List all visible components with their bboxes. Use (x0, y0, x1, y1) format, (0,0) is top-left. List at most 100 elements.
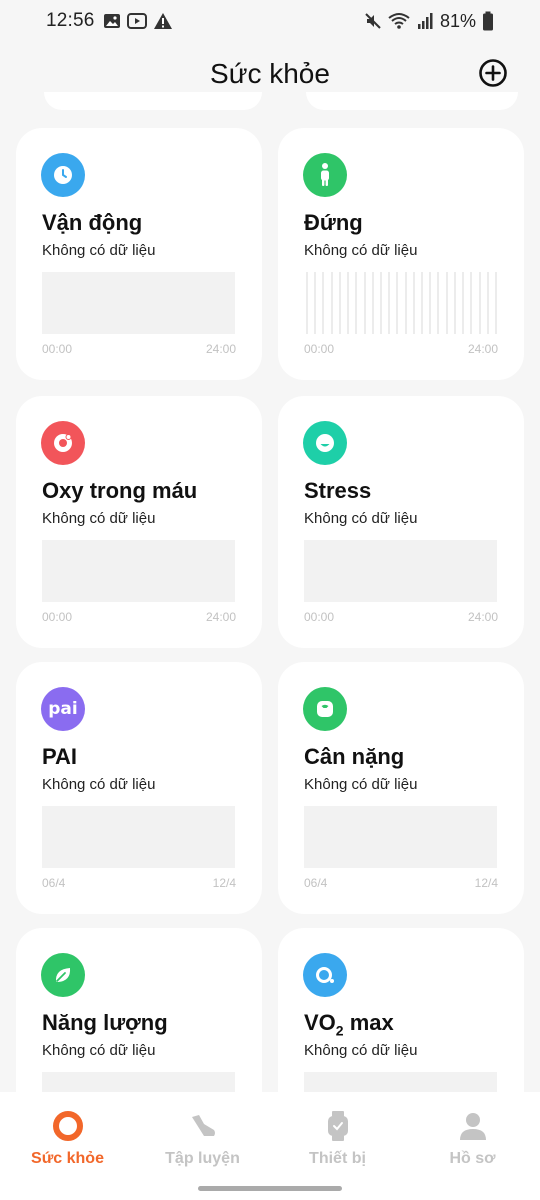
battery-icon (483, 11, 493, 31)
chart-placeholder (42, 1072, 235, 1092)
axis-start: 06/4 (304, 876, 328, 890)
standing-bar (437, 272, 440, 334)
standing-bar (363, 272, 366, 334)
stress-face-icon (303, 421, 347, 465)
bottom-nav: Sức khỏe Tập luyện Thiết bị Hồ sơ (0, 1092, 540, 1200)
card-activity[interactable]: Vận động Không có dữ liệu 00:00 24:00 (16, 128, 262, 380)
image-icon (103, 14, 120, 28)
card-title: Vận động (42, 210, 143, 235)
axis-end: 24:00 (205, 610, 236, 624)
standing-bar (379, 272, 382, 334)
standing-bar (495, 272, 497, 334)
standing-bar-chart (304, 272, 497, 334)
card-standing[interactable]: Đứng Không có dữ liệu 00:00 24:00 (278, 128, 524, 380)
card-pai[interactable]: pai PAI Không có dữ liệu 06/4 12/4 (16, 662, 262, 914)
standing-bar (338, 272, 341, 334)
chart-placeholder (304, 540, 497, 602)
card-weight[interactable]: Cân nặng Không có dữ liệu 06/4 12/4 (278, 662, 524, 914)
axis-start: 00:00 (42, 610, 73, 624)
nav-device[interactable]: Thiết bị (270, 1110, 405, 1168)
standing-bar (330, 272, 333, 334)
standing-bar (486, 272, 489, 334)
pai-icon-text: pai (48, 699, 78, 719)
card-subtitle: Không có dữ liệu (304, 510, 418, 527)
mute-icon (365, 13, 381, 29)
standing-bar (453, 272, 456, 334)
chart-placeholder (42, 272, 235, 334)
card-blood-oxygen[interactable]: Oxy trong máu Không có dữ liệu 00:00 24:… (16, 396, 262, 648)
standing-bar (347, 272, 350, 334)
leaf-icon (41, 953, 85, 997)
blood-oxygen-icon (41, 421, 85, 465)
standing-bar (462, 272, 465, 334)
card-subtitle: Không có dữ liệu (304, 242, 418, 259)
nav-label: Hồ sơ (449, 1150, 496, 1167)
chart-placeholder (42, 806, 235, 868)
card-subtitle: Không có dữ liệu (42, 242, 156, 259)
card-vo2max[interactable]: VO2 max Không có dữ liệu (278, 928, 524, 1092)
card-subtitle: Không có dữ liệu (42, 776, 156, 793)
axis-end: 12/4 (474, 876, 498, 890)
standing-bar (412, 272, 415, 334)
standing-bar (429, 272, 432, 334)
standing-bar (396, 272, 399, 334)
card-title: Năng lượng (42, 1010, 168, 1035)
plus-circle-icon[interactable] (478, 58, 508, 88)
axis-end: 24:00 (205, 342, 236, 356)
nav-workout[interactable]: Tập luyện (135, 1110, 270, 1168)
shoe-icon (187, 1110, 219, 1142)
status-bar: 12:56 81% (0, 0, 540, 42)
card-grid: Vận động Không có dữ liệu 00:00 24:00 Đứ… (0, 92, 540, 1092)
standing-bar (306, 272, 308, 334)
card-subtitle: Không có dữ liệu (42, 510, 156, 527)
card-title: Oxy trong máu (42, 478, 198, 503)
chart-placeholder (304, 1072, 497, 1092)
page-title: Sức khỏe (210, 58, 330, 89)
standing-bar (470, 272, 473, 334)
scale-icon (303, 687, 347, 731)
axis-start: 00:00 (42, 342, 73, 356)
axis-end: 24:00 (467, 342, 498, 356)
nav-label: Thiết bị (309, 1150, 366, 1167)
card-subtitle: Không có dữ liệu (42, 1042, 156, 1059)
nav-profile[interactable]: Hồ sơ (405, 1110, 540, 1168)
signal-icon (417, 13, 433, 29)
standing-bar (355, 272, 358, 334)
card-title: PAI (42, 744, 78, 769)
card-stress[interactable]: Stress Không có dữ liệu 00:00 24:00 (278, 396, 524, 648)
watch-icon (322, 1110, 354, 1142)
standing-bar (478, 272, 481, 334)
status-time: 12:56 (46, 10, 95, 31)
card-subtitle: Không có dữ liệu (304, 1042, 418, 1059)
wifi-icon (388, 13, 410, 29)
standing-person-icon (303, 153, 347, 197)
profile-icon (457, 1110, 489, 1142)
standing-bar (388, 272, 391, 334)
nav-label: Sức khỏe (31, 1150, 104, 1167)
axis-start: 06/4 (42, 876, 66, 890)
chart-placeholder (304, 806, 497, 868)
axis-end: 12/4 (212, 876, 236, 890)
card-energy[interactable]: Năng lượng Không có dữ liệu (16, 928, 262, 1092)
warning-icon (153, 13, 172, 29)
standing-bar (445, 272, 448, 334)
standing-bar (314, 272, 317, 334)
axis-start: 00:00 (304, 342, 335, 356)
standing-bar (404, 272, 407, 334)
youtube-icon (126, 13, 147, 29)
standing-bar (421, 272, 424, 334)
vo2-icon (303, 953, 347, 997)
card-title: Stress (304, 478, 372, 503)
card-peek (44, 92, 262, 110)
card-title: Cân nặng (304, 744, 405, 769)
pai-icon: pai (41, 687, 85, 731)
chart-placeholder (42, 540, 235, 602)
card-title: Đứng (304, 210, 363, 235)
home-indicator (198, 1186, 342, 1191)
axis-end: 24:00 (467, 610, 498, 624)
card-subtitle: Không có dữ liệu (304, 776, 418, 793)
card-title: VO2 max (304, 1010, 394, 1039)
clock-icon (41, 153, 85, 197)
nav-health[interactable]: Sức khỏe (0, 1110, 135, 1168)
standing-bar (322, 272, 325, 334)
